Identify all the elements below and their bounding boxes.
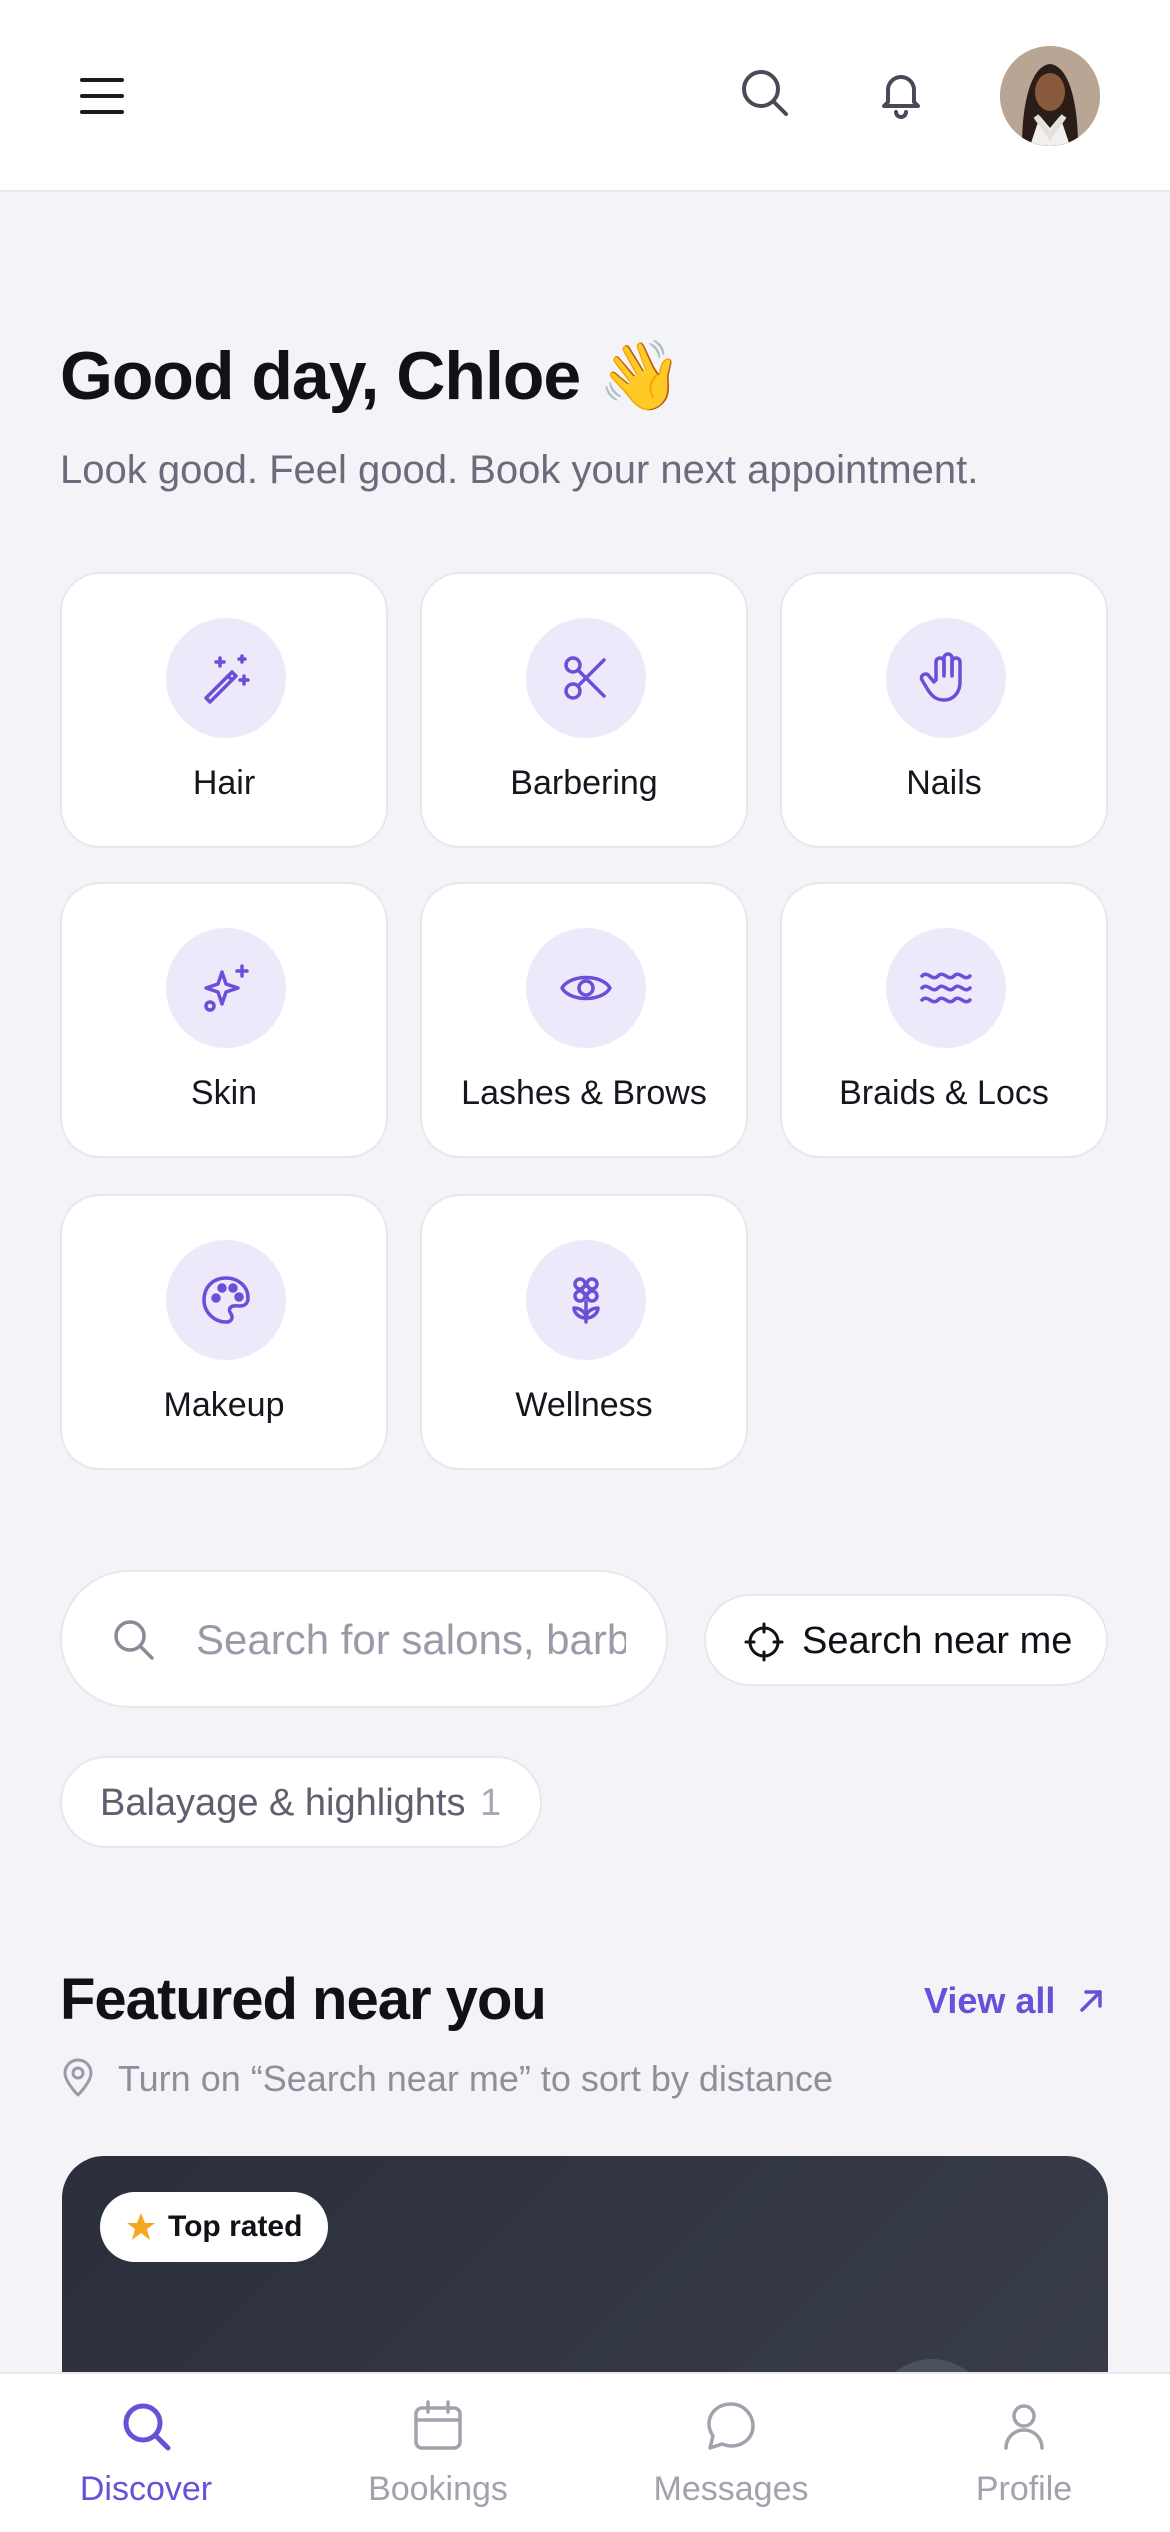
calendar-icon (410, 2398, 466, 2454)
chat-icon (703, 2398, 759, 2454)
person-icon (996, 2398, 1052, 2454)
bottom-navigation: Discover Bookings Messages Profile (0, 2372, 1170, 2532)
nav-discover[interactable]: Discover (0, 2374, 292, 2532)
greeting-subtitle: Look good. Feel good. Book your next app… (60, 448, 979, 492)
category-label: Braids & Locs (839, 1074, 1049, 1112)
search-icon (108, 1614, 160, 1666)
location-pin-icon (60, 2058, 96, 2098)
chip-count: 1 (480, 1782, 502, 1824)
sparkles-icon (166, 928, 286, 1048)
category-label: Wellness (515, 1386, 653, 1424)
nav-label: Discover (79, 2470, 213, 2508)
discover-search-icon (118, 2398, 174, 2454)
category-braids-locs[interactable]: Braids & Locs (780, 882, 1108, 1158)
category-skin[interactable]: Skin (60, 882, 388, 1158)
search-input[interactable]: Search for salons, barbers, services (60, 1570, 668, 1708)
menu-icon[interactable] (74, 68, 130, 124)
waves-icon (886, 928, 1006, 1048)
category-hair[interactable]: Hair (60, 572, 388, 848)
scissors-icon (526, 618, 646, 738)
category-nails[interactable]: Nails (780, 572, 1108, 848)
flower-icon (526, 1240, 646, 1360)
recent-search-chip[interactable]: Balayage & highlights 1 (60, 1756, 542, 1848)
distance-hint: Turn on “Search near me” to sort by dist… (118, 2058, 833, 2099)
search-icon[interactable] (736, 64, 794, 122)
hand-icon (886, 618, 1006, 738)
badge-label: Top rated (168, 2210, 303, 2243)
category-makeup[interactable]: Makeup (60, 1194, 388, 1470)
featured-title: Featured near you (60, 1967, 547, 2032)
avatar[interactable] (1000, 46, 1100, 146)
magic-wand-icon (166, 618, 286, 738)
nav-label: Bookings (368, 2470, 508, 2508)
category-label: Lashes & Brows (461, 1074, 707, 1112)
star-icon (124, 2210, 158, 2244)
category-label: Skin (190, 1074, 258, 1112)
bell-icon[interactable] (872, 64, 930, 122)
category-label: Hair (192, 764, 256, 802)
crosshair-icon (744, 1622, 784, 1662)
search-near-me-button[interactable]: Search near me (704, 1594, 1108, 1686)
category-wellness[interactable]: Wellness (420, 1194, 748, 1470)
search-placeholder: Search for salons, barbers, services (196, 1616, 626, 1663)
nav-messages[interactable]: Messages (585, 2374, 877, 2532)
category-label: Makeup (163, 1386, 285, 1424)
top-bar (0, 0, 1170, 192)
category-lashes-brows[interactable]: Lashes & Brows (420, 882, 748, 1158)
nav-profile[interactable]: Profile (878, 2374, 1170, 2532)
nav-label: Profile (975, 2470, 1073, 2508)
category-label: Barbering (510, 764, 658, 802)
chip-label: Balayage & highlights (100, 1782, 466, 1824)
eye-icon (526, 928, 646, 1048)
palette-icon (166, 1240, 286, 1360)
view-all-link[interactable]: View all (924, 1980, 1055, 2022)
nav-label: Messages (653, 2470, 809, 2508)
arrow-up-right-icon[interactable] (1074, 1984, 1108, 2018)
search-near-me-label: Search near me (802, 1620, 1073, 1662)
nav-bookings[interactable]: Bookings (292, 2374, 584, 2532)
category-barbering[interactable]: Barbering (420, 572, 748, 848)
greeting-title: Good day, Chloe 👋 (60, 338, 683, 414)
top-rated-badge: Top rated (100, 2192, 328, 2262)
category-label: Nails (906, 764, 982, 802)
